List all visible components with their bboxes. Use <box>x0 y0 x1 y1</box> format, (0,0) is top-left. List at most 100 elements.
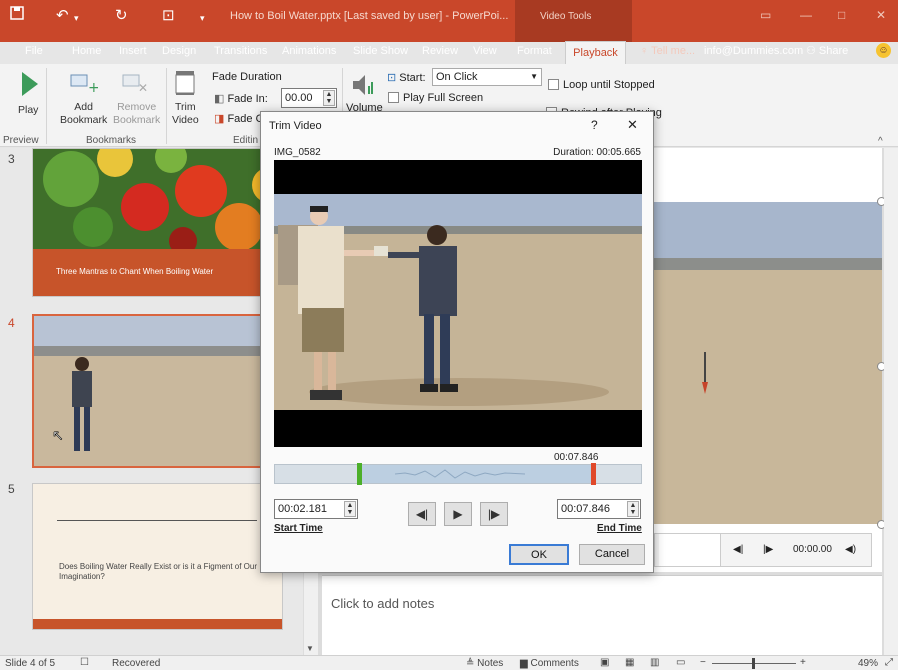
ok-button[interactable]: OK <box>509 544 569 565</box>
previous-frame-button[interactable]: ◀| <box>408 502 436 526</box>
video-frame[interactable] <box>654 202 882 524</box>
trim-video-dialog: Trim Video ? ✕ IMG_0582 Duration: 00:05.… <box>260 111 654 573</box>
slide-caption: Three Mantras to Chant When Boiling Wate… <box>56 267 214 276</box>
editing-group-label: Editin <box>233 135 259 146</box>
undo-dropdown-icon[interactable]: ▾ <box>74 8 79 28</box>
ribbon-separator <box>166 68 167 144</box>
tell-me-search[interactable]: ♀ Tell me... <box>640 45 695 57</box>
ribbon-separator <box>46 68 47 144</box>
document-title: How to Boil Water.pptx [Last saved by us… <box>230 10 509 22</box>
redo-icon[interactable]: ↻ <box>115 6 128 26</box>
share-label: Share <box>818 45 849 57</box>
fade-in-spinner[interactable]: ▲ ▼ <box>323 90 335 106</box>
back-icon[interactable]: ◀| <box>733 544 743 555</box>
slide-indicator: Slide 4 of 5 <box>5 658 56 669</box>
start-icon: ⊡ <box>387 72 400 84</box>
start-dropdown[interactable]: On Click ▼ <box>432 68 542 86</box>
tab-view[interactable]: View <box>473 45 497 57</box>
recovered-label: Recovered <box>112 658 161 669</box>
minimize-icon[interactable]: — <box>800 8 812 22</box>
tab-design[interactable]: Design <box>162 45 196 57</box>
full-screen-checkbox[interactable]: Play Full Screen <box>388 92 483 104</box>
customize-qat-icon[interactable]: ▾ <box>200 8 205 28</box>
title-bar: ↶ ▾ ↻ ⊡ ▾ How to Boil Water.pptx [Last s… <box>0 0 898 42</box>
zoom-out-icon[interactable]: − <box>700 657 706 668</box>
slide-rule <box>57 520 257 521</box>
play-preview-button[interactable]: ▶ <box>444 502 472 526</box>
remove-bookmark-button: Remove Bookmark <box>113 101 161 126</box>
dialog-close-icon[interactable]: ✕ <box>627 117 638 133</box>
person-icon: ⚇ <box>806 45 819 57</box>
slide-caption: Does Boiling Water Really Exist or is it… <box>59 562 257 581</box>
start-time-spinner[interactable]: ▲ ▼ <box>344 501 356 517</box>
tab-format[interactable]: Format <box>517 45 552 57</box>
tab-home[interactable]: Home <box>72 45 101 57</box>
slide-footer-bar <box>33 619 282 629</box>
present-icon[interactable]: ⊡ <box>162 6 175 26</box>
add-bookmark-button[interactable]: Add Bookmark <box>60 101 107 127</box>
fit-slide-icon[interactable]: ⤢ <box>885 657 893 668</box>
file-name: IMG_0582 <box>274 147 321 158</box>
trim-timeline[interactable] <box>274 463 642 485</box>
main-scrollbar[interactable] <box>884 148 898 655</box>
tab-slide-show[interactable]: Slide Show <box>353 45 408 57</box>
start-trim-handle[interactable] <box>357 463 362 485</box>
tab-playback[interactable]: Playback <box>565 41 626 65</box>
tab-file[interactable]: File <box>25 45 43 57</box>
next-frame-button[interactable]: |▶ <box>480 502 508 526</box>
dialog-title: Trim Video <box>269 120 322 132</box>
play-button[interactable]: Play <box>18 104 38 117</box>
share-button[interactable]: ⚇ Share <box>806 44 848 57</box>
slide-number: 4 <box>8 316 15 330</box>
tab-review[interactable]: Review <box>422 45 458 57</box>
close-icon[interactable]: ✕ <box>876 8 886 22</box>
start-time-field[interactable]: 00:02.181 ▲ ▼ <box>274 499 358 519</box>
maximize-icon[interactable]: □ <box>838 8 845 22</box>
ribbon-options-icon[interactable]: ▭ <box>760 8 771 22</box>
slide-thumbnail-5[interactable]: Does Boiling Water Really Exist or is it… <box>32 483 283 630</box>
beach-boy-image: ↖ <box>34 316 281 466</box>
tab-insert[interactable]: Insert <box>119 45 147 57</box>
end-time-spinner[interactable]: ▲ ▼ <box>627 501 639 517</box>
spell-check-icon[interactable]: ☐ <box>80 657 89 668</box>
fade-duration-label: Fade Duration <box>212 71 282 83</box>
video-preview <box>274 160 642 447</box>
end-trim-handle[interactable] <box>591 463 596 485</box>
status-bar: Slide 4 of 5 ☐ Recovered ≜ Notes ▆ Comme… <box>0 655 898 670</box>
trim-video-button[interactable]: Trim Video <box>172 101 199 127</box>
tab-animations[interactable]: Animations <box>282 45 336 57</box>
fade-in-field[interactable]: 00.00 ▲ ▼ <box>281 88 337 108</box>
account-email[interactable]: info@Dummies.com <box>704 45 803 57</box>
undo-icon[interactable]: ↶ <box>56 6 69 26</box>
cancel-button[interactable]: Cancel <box>579 544 645 565</box>
zoom-in-icon[interactable]: + <box>800 657 806 668</box>
playback-time: 00:00.00 <box>793 544 832 555</box>
start-time-label: Start Time <box>274 523 323 534</box>
feedback-smiley-icon[interactable]: ☺ <box>876 43 891 58</box>
reading-view-icon[interactable]: ▥ <box>650 657 659 668</box>
volume-icon[interactable]: ◀) <box>845 544 856 555</box>
comments-button[interactable]: ▆ Comments <box>520 658 579 669</box>
fade-in-icon: ◧ <box>214 93 228 105</box>
slide-thumbnail-3[interactable]: Three Mantras to Chant When Boiling Wate… <box>32 148 283 297</box>
help-icon[interactable]: ? <box>591 118 598 132</box>
forward-icon[interactable]: |▶ <box>763 544 773 555</box>
notes-button[interactable]: ≜ Notes <box>466 658 503 669</box>
notes-pane[interactable]: Click to add notes <box>322 575 882 655</box>
mouse-cursor-icon: ↖ <box>52 428 64 444</box>
end-time-field[interactable]: 00:07.846 ▲ ▼ <box>557 499 641 519</box>
volume-icon[interactable] <box>350 72 376 101</box>
slide-thumbnail-4[interactable]: ↖ <box>32 314 283 468</box>
loop-checkbox[interactable]: Loop until Stopped <box>548 79 655 91</box>
collapse-ribbon-icon[interactable]: ^ <box>878 136 883 147</box>
slide-show-icon[interactable]: ▭ <box>676 657 685 668</box>
tab-transitions[interactable]: Transitions <box>214 45 267 57</box>
normal-view-icon[interactable]: ▣ <box>600 657 609 668</box>
scroll-down-icon[interactable]: ▼ <box>306 644 314 653</box>
video-progress-track[interactable] <box>659 534 721 566</box>
zoom-slider-thumb[interactable] <box>752 658 755 669</box>
slide-sorter-icon[interactable]: ▦ <box>625 657 634 668</box>
save-icon[interactable] <box>10 6 24 26</box>
zoom-level[interactable]: 49% <box>858 658 878 669</box>
play-icon[interactable] <box>20 70 40 101</box>
